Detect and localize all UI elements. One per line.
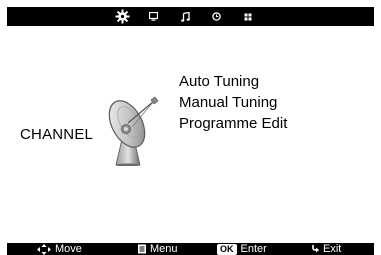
exit-label: Exit (323, 243, 342, 255)
menu-item-manual-tuning[interactable]: Manual Tuning (179, 92, 287, 113)
menu-item-auto-tuning[interactable]: Auto Tuning (179, 71, 287, 92)
enter-label: Enter (240, 243, 267, 255)
tv-picture-icon[interactable] (149, 9, 158, 24)
menu-label: Menu (150, 243, 178, 255)
grid-icon[interactable] (244, 9, 252, 24)
clock-icon[interactable] (212, 9, 221, 24)
menu-hint: Menu (138, 243, 178, 255)
return-icon (312, 244, 319, 254)
channel-menu: Auto Tuning Manual Tuning Programme Edit (179, 71, 287, 134)
section-title: CHANNEL (20, 126, 94, 143)
move-label: Move (55, 243, 82, 255)
exit-hint: Exit (312, 243, 341, 255)
top-tab-bar (7, 7, 374, 26)
move-hint: Move (37, 243, 82, 255)
arrows-icon (37, 243, 51, 255)
music-note-icon[interactable] (181, 9, 190, 24)
ok-badge-icon: OK (217, 243, 237, 255)
menu-icon (138, 244, 146, 254)
gear-icon[interactable] (115, 9, 130, 24)
menu-item-programme-edit[interactable]: Programme Edit (179, 113, 287, 134)
tv-menu-screen: CHANNEL Auto Tuning Manual Tuning Progra… (7, 7, 374, 255)
enter-hint: OK Enter (217, 243, 267, 255)
satellite-dish-icon (102, 89, 162, 171)
menu-content: CHANNEL Auto Tuning Manual Tuning Progra… (7, 26, 374, 243)
footer-hint-bar: Move Menu OK Enter Exit (7, 243, 374, 255)
